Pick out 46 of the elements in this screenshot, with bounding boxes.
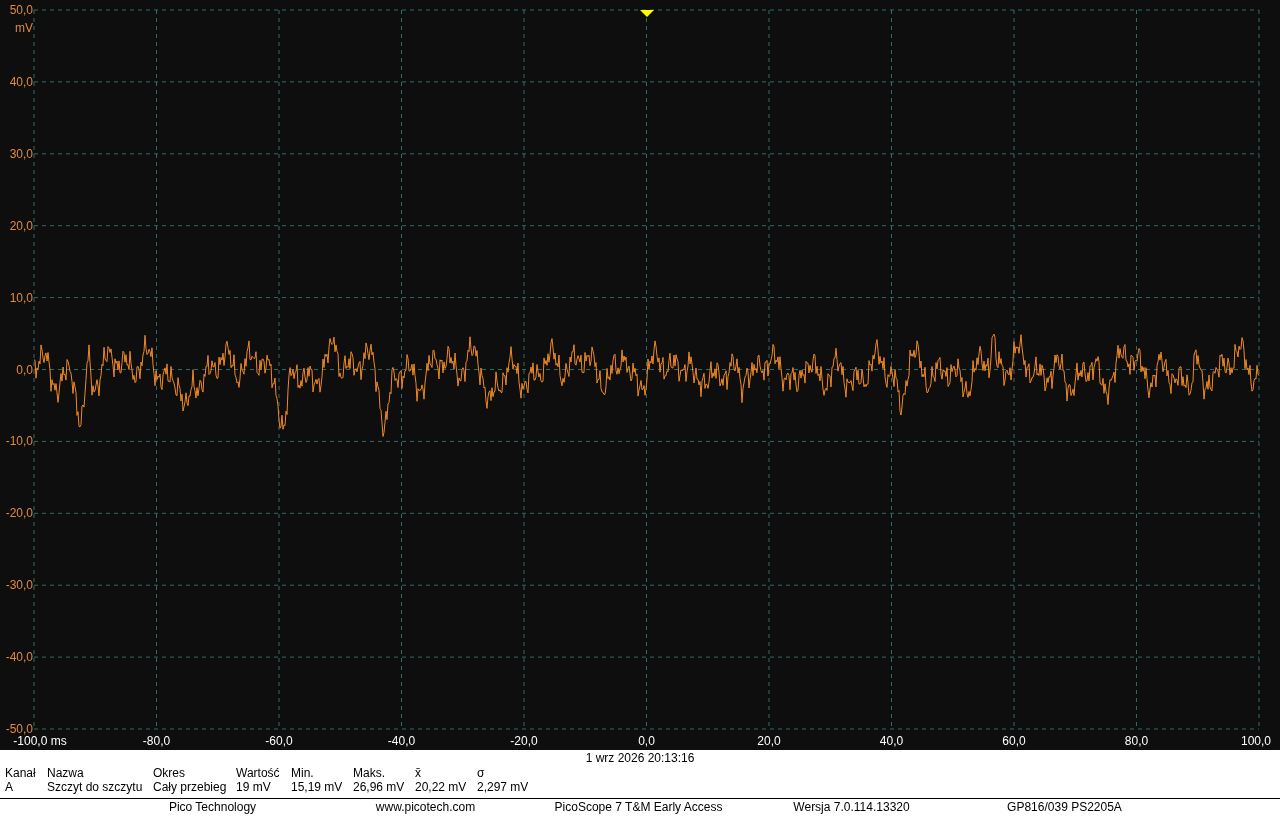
y-axis-label: 50,0 (9, 3, 33, 17)
column-header: Wartość (236, 766, 281, 780)
footer-text: www.picotech.com (374, 799, 477, 816)
x-axis-label: -20,0 (510, 734, 538, 748)
column-header: Nazwa (47, 766, 85, 780)
x-axis-label: -60,0 (265, 734, 293, 748)
table-cell-text: 26,96 mV (353, 780, 406, 794)
table-cell-text: Szczyt do szczytu (47, 780, 144, 794)
y-axis-label: 10,0 (9, 290, 33, 305)
footer-text: Pico Technology (167, 799, 258, 816)
timestamp: 1 wrz 2026 20:13:16 (585, 751, 695, 765)
x-axis-label: -40,0 (387, 734, 416, 748)
x-axis-label: -100,0 ms (13, 734, 67, 748)
trigger-marker-icon[interactable] (640, 10, 654, 17)
y-axis-label: 40,0 (9, 74, 33, 89)
y-axis-label: 0,0 (16, 362, 33, 377)
x-axis-label: 20,0 (757, 734, 781, 748)
table-cell-text: A (5, 780, 14, 794)
y-axis-unit: mV (15, 21, 33, 35)
y-axis-label: -50,0 (5, 722, 33, 736)
x-axis-label: 60,0 (1002, 734, 1026, 748)
x-axis-label: -80,0 (142, 734, 171, 748)
column-header: Maks. (353, 766, 386, 780)
x-axis-label: 100,0 (1241, 734, 1271, 748)
column-header: Kanał (5, 766, 37, 780)
y-axis-label: 30,0 (9, 146, 33, 161)
y-axis-label: 20,0 (9, 218, 33, 233)
x-axis-label: 40,0 (879, 734, 904, 748)
table-cell-text: Cały przebieg (153, 780, 228, 794)
column-header: x̄ (415, 766, 422, 780)
x-axis-label: 80,0 (1124, 734, 1149, 748)
table-cell-text: 2,297 mV (477, 780, 530, 794)
y-axis-label: -20,0 (5, 506, 33, 521)
y-axis-label: -10,0 (5, 434, 33, 449)
column-header: Min. (291, 766, 315, 780)
y-axis-label: -40,0 (5, 650, 33, 665)
x-axis-label: 0,0 (638, 734, 655, 748)
column-header: Okres (153, 766, 186, 780)
footer-text: Wersja 7.0.114.13320 (792, 799, 911, 816)
table-cell-text: 15,19 mV (291, 780, 344, 794)
table-cell-text: 19 mV (236, 780, 272, 794)
table-cell-text: 20,22 mV (415, 780, 468, 794)
y-axis-label: -30,0 (5, 578, 33, 593)
column-header: σ (477, 766, 486, 780)
footer-text: PicoScope 7 T&M Early Access (553, 799, 724, 816)
footer-text: GP816/039 PS2205A (1006, 799, 1123, 816)
